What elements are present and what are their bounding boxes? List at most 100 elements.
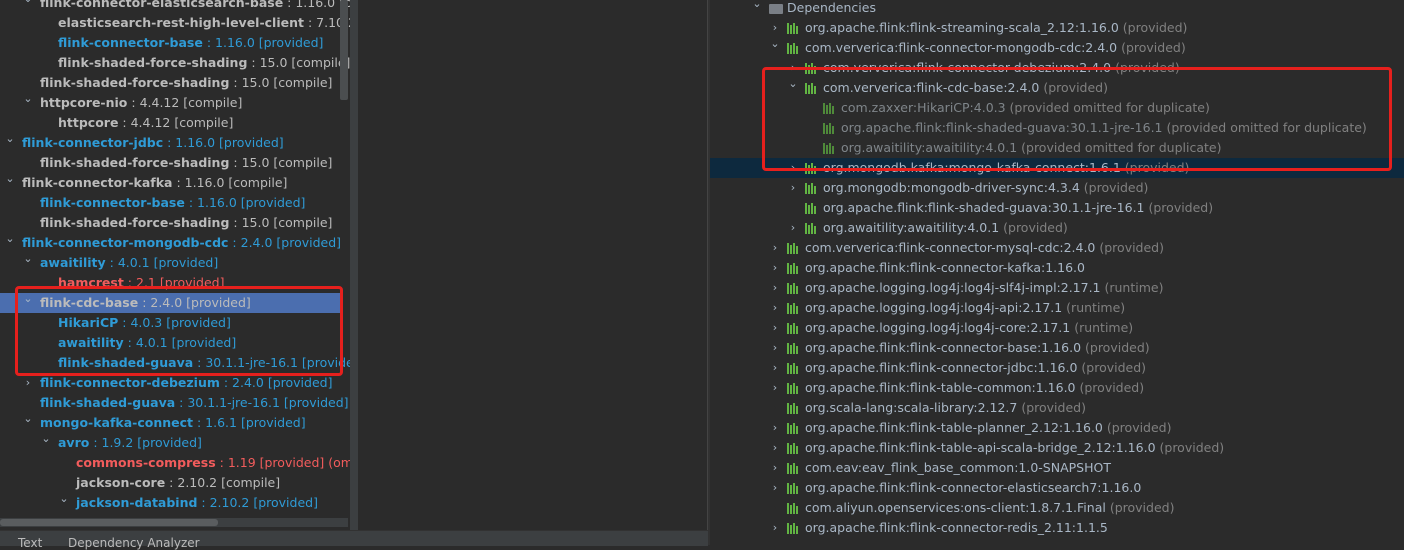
dependency-row[interactable]: ⌄ com.ververica:flink-connector-mongodb-c… — [710, 37, 1404, 58]
dependency-row[interactable]: › org.apache.flink:flink-connector-base:1… — [710, 338, 1404, 358]
chevron-right-icon[interactable]: › — [768, 258, 782, 278]
dependency-row[interactable]: › org.apache.flink:flink-connector-elasti… — [710, 478, 1404, 498]
dependency-scope: (runtime) — [1100, 280, 1164, 295]
dependency-label: org.apache.flink:flink-table-planner_2.1… — [805, 418, 1172, 438]
tree-row[interactable]: flink-shaded-force-shading : 15.0 [compi… — [0, 53, 350, 73]
chevron-down-icon[interactable]: ⌄ — [3, 169, 17, 189]
dependencies-folder[interactable]: ⌄ Dependencies — [710, 0, 1404, 18]
dependency-row[interactable]: org.scala-lang:scala-library:2.12.7 (pro… — [710, 398, 1404, 418]
dependency-row[interactable]: › org.apache.logging.log4j:log4j-api:2.17… — [710, 298, 1404, 318]
tree-row[interactable]: ⌄ flink-connector-elasticsearch-base : 1.… — [0, 0, 350, 13]
dependency-row[interactable]: › org.apache.flink:flink-connector-redis_… — [710, 518, 1404, 538]
dependency-row[interactable]: com.aliyun.openservices:ons-client:1.8.7… — [710, 498, 1404, 518]
tree-row[interactable]: jackson-core : 2.10.2 [compile] — [0, 473, 340, 493]
tree-row[interactable]: flink-shaded-force-shading : 15.0 [compi… — [0, 213, 340, 233]
dependency-row[interactable]: org.apache.flink:flink-shaded-guava:30.1… — [710, 198, 1404, 218]
library-icon — [787, 23, 801, 34]
tree-row[interactable]: ⌄ awaitility : 4.0.1 [provided] — [0, 252, 340, 273]
tree-row-label: flink-connector-base : 1.16.0 [provided] — [58, 33, 323, 53]
tree-row[interactable]: flink-shaded-force-shading : 15.0 [compi… — [0, 73, 340, 93]
dependency-row[interactable]: › org.mongodb.kafka:mongo-kafka-connect:1… — [710, 158, 1404, 178]
chevron-down-icon[interactable]: ⌄ — [768, 34, 782, 54]
dependency-row[interactable]: › org.awaitility:awaitility:4.0.1 (provid… — [710, 218, 1404, 238]
tree-row[interactable]: flink-shaded-guava : 30.1.1-jre-16.1 [pr… — [0, 353, 350, 373]
dependency-row[interactable]: › org.apache.flink:flink-table-common:1.1… — [710, 378, 1404, 398]
dependency-row[interactable]: › com.ververica:flink-connector-debezium:… — [710, 58, 1404, 78]
left-horizontal-scrollbar[interactable] — [0, 518, 348, 527]
tree-row[interactable]: ⌄ flink-cdc-base : 2.4.0 [provided] — [0, 292, 340, 313]
tree-row[interactable]: flink-connector-base : 1.16.0 [provided] — [0, 193, 340, 213]
chevron-right-icon[interactable]: › — [21, 373, 35, 393]
dependency-row[interactable]: › org.apache.flink:flink-connector-jdbc:1… — [710, 358, 1404, 378]
dependency-row[interactable]: › org.mongodb:mongodb-driver-sync:4.3.4 (… — [710, 178, 1404, 198]
tree-row[interactable]: hamcrest : 2.1 [provided] — [0, 273, 340, 293]
dependency-row[interactable]: org.awaitility:awaitility:4.0.1 (provide… — [710, 138, 1404, 158]
chevron-down-icon[interactable]: ⌄ — [21, 0, 35, 9]
dependency-row[interactable]: com.zaxxer:HikariCP:4.0.3 (provided omit… — [710, 98, 1404, 118]
dependency-row[interactable]: › org.apache.logging.log4j:log4j-slf4j-im… — [710, 278, 1404, 298]
left-scrollbar-thumb[interactable] — [340, 0, 348, 100]
chevron-right-icon[interactable]: › — [768, 518, 782, 538]
dependency-row[interactable]: org.apache.flink:flink-shaded-guava:30.1… — [710, 118, 1404, 138]
chevron-right-icon[interactable]: › — [768, 338, 782, 358]
tree-row[interactable]: ⌄ flink-connector-jdbc : 1.16.0 [provided… — [0, 132, 340, 153]
dependency-row[interactable]: ⌄ com.ververica:flink-cdc-base:2.4.0 (pro… — [710, 77, 1404, 98]
tree-row[interactable]: awaitility : 4.0.1 [provided] — [0, 333, 340, 353]
dependency-row[interactable]: › org.apache.logging.log4j:log4j-core:2.1… — [710, 318, 1404, 338]
chevron-down-icon[interactable]: ⌄ — [21, 89, 35, 109]
chevron-down-icon[interactable]: ⌄ — [3, 129, 17, 149]
chevron-right-icon[interactable]: › — [768, 418, 782, 438]
dependency-label: org.scala-lang:scala-library:2.12.7 (pro… — [805, 398, 1086, 418]
chevron-down-icon[interactable]: ⌄ — [786, 74, 800, 94]
tree-row[interactable]: ⌄ httpcore-nio : 4.4.12 [compile] — [0, 92, 340, 113]
chevron-right-icon[interactable]: › — [768, 458, 782, 478]
tree-row[interactable]: ⌄ jackson-databind : 2.10.2 [provided] — [0, 492, 340, 513]
dependency-row[interactable]: › org.apache.flink:flink-streaming-scala_… — [710, 18, 1404, 38]
chevron-right-icon[interactable]: › — [768, 438, 782, 458]
chevron-right-icon[interactable]: › — [786, 158, 800, 178]
tree-row[interactable]: ⌄ flink-connector-mongodb-cdc : 2.4.0 [pr… — [0, 232, 341, 253]
dependency-row[interactable]: › org.apache.flink:flink-connector-kafka:… — [710, 258, 1404, 278]
chevron-down-icon[interactable]: ⌄ — [21, 409, 35, 429]
tree-row[interactable]: HikariCP : 4.0.3 [provided] — [0, 313, 340, 333]
chevron-down-icon[interactable]: ⌄ — [21, 249, 35, 269]
tree-row[interactable]: flink-shaded-guava : 30.1.1-jre-16.1 [pr… — [0, 393, 349, 413]
tab-dependency-analyzer[interactable]: Dependency Analyzer — [68, 536, 200, 550]
chevron-right-icon[interactable]: › — [768, 238, 782, 258]
dependency-scope: (provided) — [1105, 500, 1175, 515]
chevron-right-icon[interactable]: › — [786, 218, 800, 238]
horizontal-scrollbar-thumb[interactable] — [0, 519, 218, 526]
chevron-right-icon[interactable]: › — [768, 298, 782, 318]
dependency-coordinates: org.apache.flink:flink-connector-kafka:1… — [805, 260, 1085, 275]
chevron-down-icon[interactable]: ⌄ — [750, 0, 764, 14]
tree-row[interactable]: elasticsearch-rest-high-level-client : 7… — [0, 13, 350, 33]
dependency-label: org.awaitility:awaitility:4.0.1 (provide… — [823, 218, 1068, 238]
dependency-scope: (provided) — [1075, 380, 1145, 395]
dependency-row[interactable]: › org.apache.flink:flink-table-api-scala-… — [710, 438, 1404, 458]
tree-row[interactable]: flink-shaded-force-shading : 15.0 [compi… — [0, 153, 340, 173]
chevron-down-icon[interactable]: ⌄ — [3, 229, 17, 249]
dependency-scope: (runtime) — [1062, 300, 1126, 315]
dependency-row[interactable]: › com.eav:eav_flink_base_common:1.0-SNAPS… — [710, 458, 1404, 478]
dependency-coordinates: org.apache.flink:flink-connector-redis_2… — [805, 520, 1108, 535]
chevron-right-icon[interactable]: › — [768, 318, 782, 338]
dependency-row[interactable]: › org.apache.flink:flink-table-planner_2.… — [710, 418, 1404, 438]
tree-row[interactable]: ⌄ avro : 1.9.2 [provided] — [0, 432, 340, 453]
dependency-analyzer-tree[interactable]: ⌄ flink-connector-elasticsearch-base : 1.… — [0, 0, 350, 545]
chevron-down-icon[interactable]: ⌄ — [57, 489, 71, 509]
tree-row[interactable]: commons-compress : 1.19 [provided] (omit… — [0, 453, 350, 473]
tree-row[interactable]: › flink-connector-debezium : 2.4.0 [provi… — [0, 373, 340, 393]
chevron-right-icon[interactable]: › — [768, 358, 782, 378]
chevron-right-icon[interactable]: › — [786, 178, 800, 198]
chevron-right-icon[interactable]: › — [768, 478, 782, 498]
maven-dependencies-tree[interactable]: ⌄ Dependencies › org.apache.flink:flink-str… — [710, 0, 1404, 545]
tree-row[interactable]: httpcore : 4.4.12 [compile] — [0, 113, 340, 133]
chevron-right-icon[interactable]: › — [768, 278, 782, 298]
tree-row[interactable]: ⌄ flink-connector-kafka : 1.16.0 [compile… — [0, 172, 340, 193]
chevron-down-icon[interactable]: ⌄ — [21, 289, 35, 309]
chevron-right-icon[interactable]: › — [768, 378, 782, 398]
tab-text[interactable]: Text — [18, 536, 42, 550]
dependency-row[interactable]: › com.ververica:flink-connector-mysql-cdc… — [710, 238, 1404, 258]
tree-row[interactable]: flink-connector-base : 1.16.0 [provided] — [0, 33, 340, 53]
chevron-down-icon[interactable]: ⌄ — [39, 429, 53, 449]
